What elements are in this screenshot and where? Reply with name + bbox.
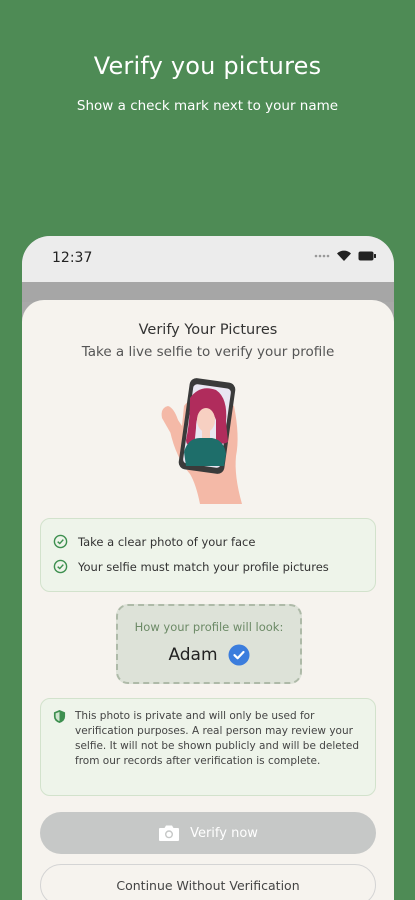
continue-without-verification-button[interactable]: Continue Without Verification bbox=[40, 864, 376, 900]
battery-icon bbox=[358, 251, 376, 261]
tips-box: Take a clear photo of your face Your sel… bbox=[40, 518, 376, 592]
preview-label: How your profile will look: bbox=[134, 620, 284, 634]
check-circle-icon bbox=[53, 534, 68, 549]
privacy-notice: This photo is private and will only be u… bbox=[40, 698, 376, 796]
privacy-text: This photo is private and will only be u… bbox=[75, 710, 359, 767]
selfie-phone-illustration bbox=[161, 378, 242, 504]
verify-now-button[interactable]: Verify now bbox=[40, 812, 376, 854]
profile-preview-box: How your profile will look: Adam bbox=[116, 604, 302, 684]
verify-now-label: Verify now bbox=[190, 825, 258, 841]
wifi-icon bbox=[337, 250, 351, 261]
verified-check-icon bbox=[228, 644, 250, 666]
preview-name: Adam bbox=[168, 645, 218, 665]
camera-icon bbox=[159, 825, 180, 841]
promo-title: Verify you pictures bbox=[93, 52, 322, 80]
promo-subtitle: Show a check mark next to your name bbox=[76, 98, 339, 114]
dimmed-backdrop bbox=[22, 282, 394, 302]
tip-label: Take a clear photo of your face bbox=[78, 534, 256, 549]
status-icons bbox=[314, 250, 376, 262]
status-time: 12:37 bbox=[52, 250, 93, 266]
shield-icon bbox=[53, 710, 66, 723]
sheet-title: Verify Your Pictures bbox=[138, 322, 278, 338]
preview-name-row: Adam bbox=[118, 644, 300, 666]
status-bar: 12:37 bbox=[22, 236, 394, 282]
verify-bottom-sheet: Verify Your Pictures Take a live selfie … bbox=[22, 300, 394, 900]
dots-icon bbox=[314, 254, 330, 258]
tip-row: Your selfie must match your profile pict… bbox=[53, 554, 363, 579]
phone-mockup: 12:37 Verify Your Pictures Take a live s… bbox=[22, 236, 394, 900]
continue-label: Continue Without Verification bbox=[116, 877, 300, 893]
check-circle-icon bbox=[53, 559, 68, 574]
tip-row: Take a clear photo of your face bbox=[53, 529, 363, 554]
tip-label: Your selfie must match your profile pict… bbox=[78, 559, 329, 574]
sheet-subtitle: Take a live selfie to verify your profil… bbox=[81, 344, 335, 360]
